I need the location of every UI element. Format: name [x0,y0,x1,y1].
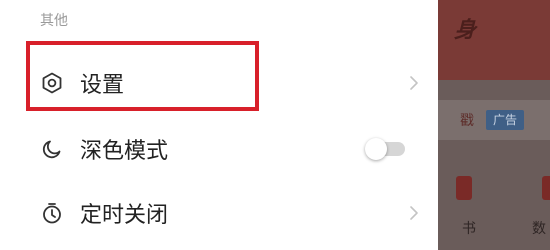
background-tile-icon [542,176,550,200]
toggle-knob [365,138,387,160]
dark-mode-toggle[interactable] [365,138,405,160]
menu-item-label: 定时关闭 [80,203,169,228]
menu-item-label: 深色模式 [80,139,169,164]
section-title: 其他 [40,13,68,29]
screen: 身 戳 广告 书 数 其他 设置 深色模式 定时关闭 [0,0,550,250]
background-strip-text: 戳 [460,113,474,129]
background-banner: 身 [438,0,550,80]
background-tile-icon [456,176,472,200]
ad-badge: 广告 [486,110,524,130]
background-app[interactable]: 身 戳 广告 书 数 [438,0,550,250]
background-banner-text: 身 [454,18,477,43]
highlight-box [26,41,259,111]
menu-item-timer-close[interactable]: 定时关闭 [0,182,438,244]
side-drawer: 其他 设置 深色模式 定时关闭 [0,0,438,250]
background-tile-label: 数 [532,221,546,237]
timer-icon [40,201,64,225]
background-tile-label: 书 [462,221,476,237]
chevron-right-icon [406,202,422,224]
chevron-right-icon [406,72,422,94]
moon-icon [40,137,64,161]
menu-item-dark-mode: 深色模式 [0,118,438,180]
